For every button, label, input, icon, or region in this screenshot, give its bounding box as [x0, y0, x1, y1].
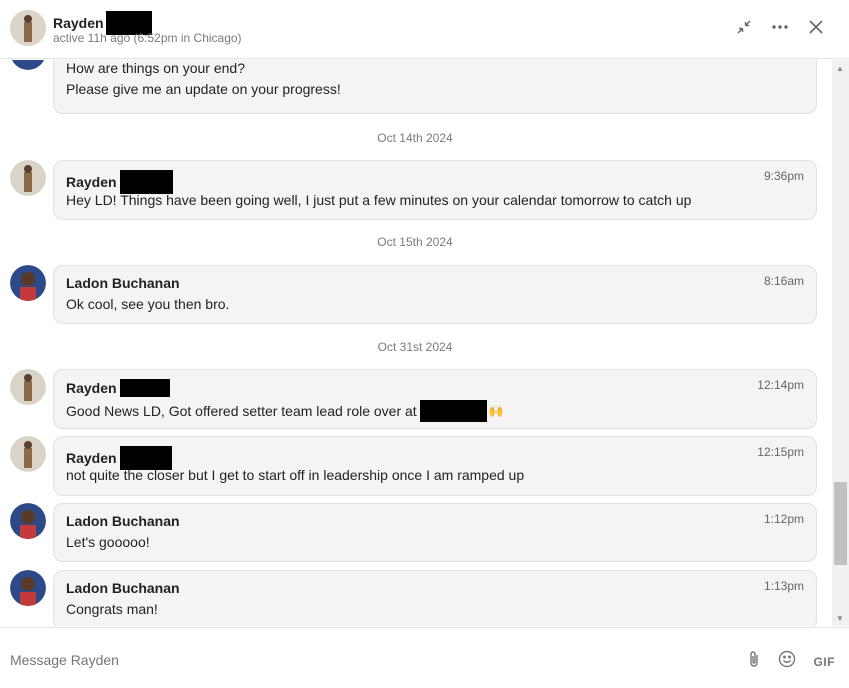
message-sender: Rayden: [66, 379, 170, 397]
chat-header: Rayden active 11h ago (6:52pm in Chicago…: [0, 0, 849, 59]
message-list[interactable]: How are things on your end? Please give …: [0, 60, 849, 626]
message-text: Please give me an update on your progres…: [66, 81, 341, 97]
redacted-surname: [119, 170, 173, 194]
message-text: Ok cool, see you then bro.: [66, 296, 230, 312]
scrollbar-thumb[interactable]: [834, 482, 847, 565]
avatar-ladon: [10, 60, 46, 70]
message-time: 9:36pm: [763, 169, 804, 183]
message-text: How are things on your end?: [66, 60, 245, 76]
avatar-ladon[interactable]: [10, 265, 46, 301]
close-icon[interactable]: [807, 18, 825, 36]
message-bubble: Rayden 12:15pm not quite the closer but …: [53, 436, 817, 496]
raised-hands-emoji: 🙌: [488, 404, 504, 418]
message-bubble: Rayden 12:14pm Good News LD, Got offered…: [53, 369, 817, 429]
gif-button[interactable]: GIF: [814, 655, 836, 669]
message-time: 1:12pm: [763, 512, 804, 526]
attach-icon[interactable]: [748, 650, 760, 673]
avatar-rayden[interactable]: [10, 160, 46, 196]
message-text: Hey LD! Things have been going well, I j…: [66, 192, 692, 208]
avatar-ladon[interactable]: [10, 503, 46, 539]
message-bubble: Ladon Buchanan 1:13pm Congrats man!: [53, 570, 817, 626]
avatar-rayden[interactable]: [10, 436, 46, 472]
message-bubble: Ladon Buchanan 8:16am Ok cool, see you t…: [53, 265, 817, 324]
date-separator: Oct 31st 2024: [377, 340, 453, 354]
message-bubble: Rayden 9:36pm Hey LD! Things have been g…: [53, 160, 817, 220]
message-input[interactable]: [10, 652, 710, 668]
active-status: active 11h ago (6:52pm in Chicago): [53, 31, 242, 45]
scrollbar[interactable]: ▲ ▼: [832, 60, 849, 626]
message-sender: Ladon Buchanan: [66, 275, 180, 291]
message-sender: Rayden: [66, 170, 173, 194]
message-bubble: How are things on your end? Please give …: [53, 60, 817, 114]
message-time: 8:16am: [763, 274, 804, 288]
date-separator: Oct 15th 2024: [377, 235, 453, 249]
emoji-icon[interactable]: [778, 650, 796, 673]
message-sender: Ladon Buchanan: [66, 513, 180, 529]
avatar-rayden[interactable]: [10, 10, 46, 46]
scroll-down-arrow-icon[interactable]: ▼: [836, 614, 844, 623]
message-time: 12:15pm: [757, 445, 804, 459]
avatar-rayden[interactable]: [10, 369, 46, 405]
message-text: Let's gooooo!: [66, 534, 150, 550]
scroll-up-arrow-icon[interactable]: ▲: [836, 64, 844, 73]
message-text: Good News LD, Got offered setter team le…: [66, 400, 504, 422]
avatar-ladon[interactable]: [10, 570, 46, 606]
redacted-surname: [119, 379, 170, 397]
date-separator: Oct 14th 2024: [377, 131, 453, 145]
message-bubble: Ladon Buchanan 1:12pm Let's gooooo!: [53, 503, 817, 562]
message-time: 1:13pm: [763, 579, 804, 593]
message-text: Congrats man!: [66, 601, 158, 617]
redacted-company: [419, 400, 487, 422]
minimize-icon[interactable]: [735, 18, 753, 36]
message-sender: Ladon Buchanan: [66, 580, 180, 596]
composer: GIF: [0, 627, 849, 688]
message-time: 12:14pm: [757, 378, 804, 392]
message-text: not quite the closer but I get to start …: [66, 467, 525, 483]
more-icon[interactable]: [771, 18, 789, 36]
